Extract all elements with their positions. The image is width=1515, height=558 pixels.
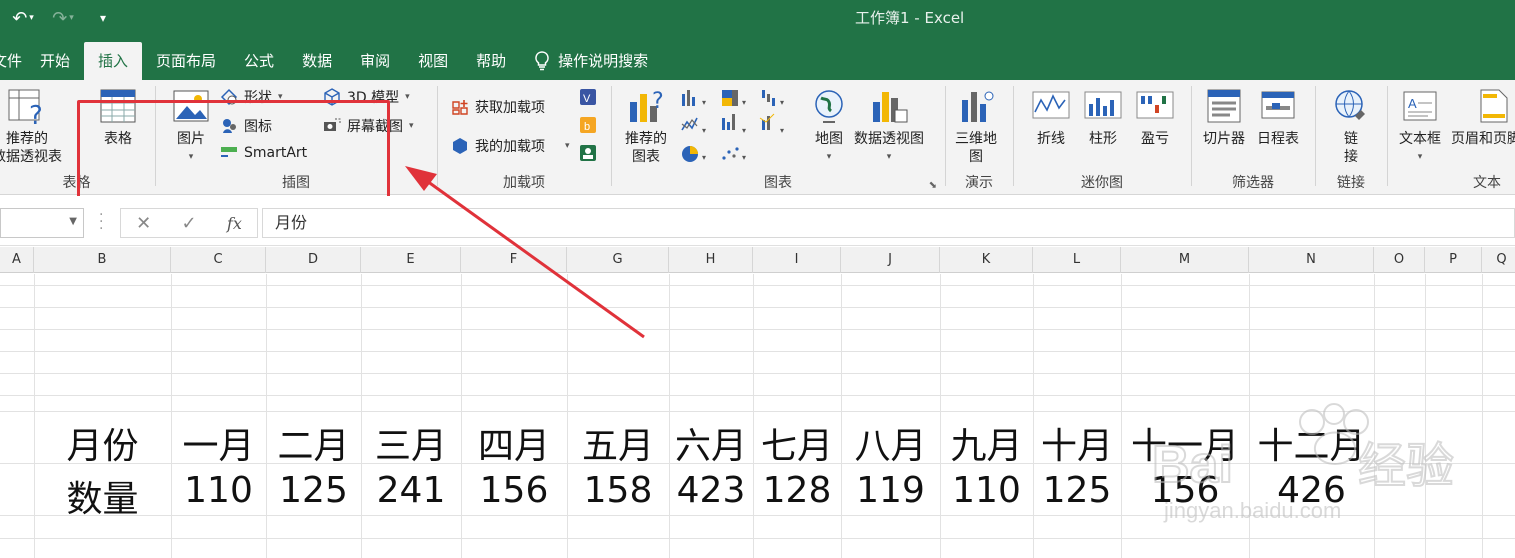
- watermark-logo: Bai 经验 jingyan.baidu.com: [1151, 403, 1455, 523]
- svg-text:经验: 经验: [1358, 438, 1454, 494]
- svg-text:jingyan.baidu.com: jingyan.baidu.com: [1163, 498, 1341, 523]
- excel-window: ↶▾ ↷▾ ▾ 工作簿1 - Excel 文件 开始 插入 页面布局 公式 数据…: [0, 0, 1515, 558]
- svg-text:Bai: Bai: [1152, 436, 1233, 494]
